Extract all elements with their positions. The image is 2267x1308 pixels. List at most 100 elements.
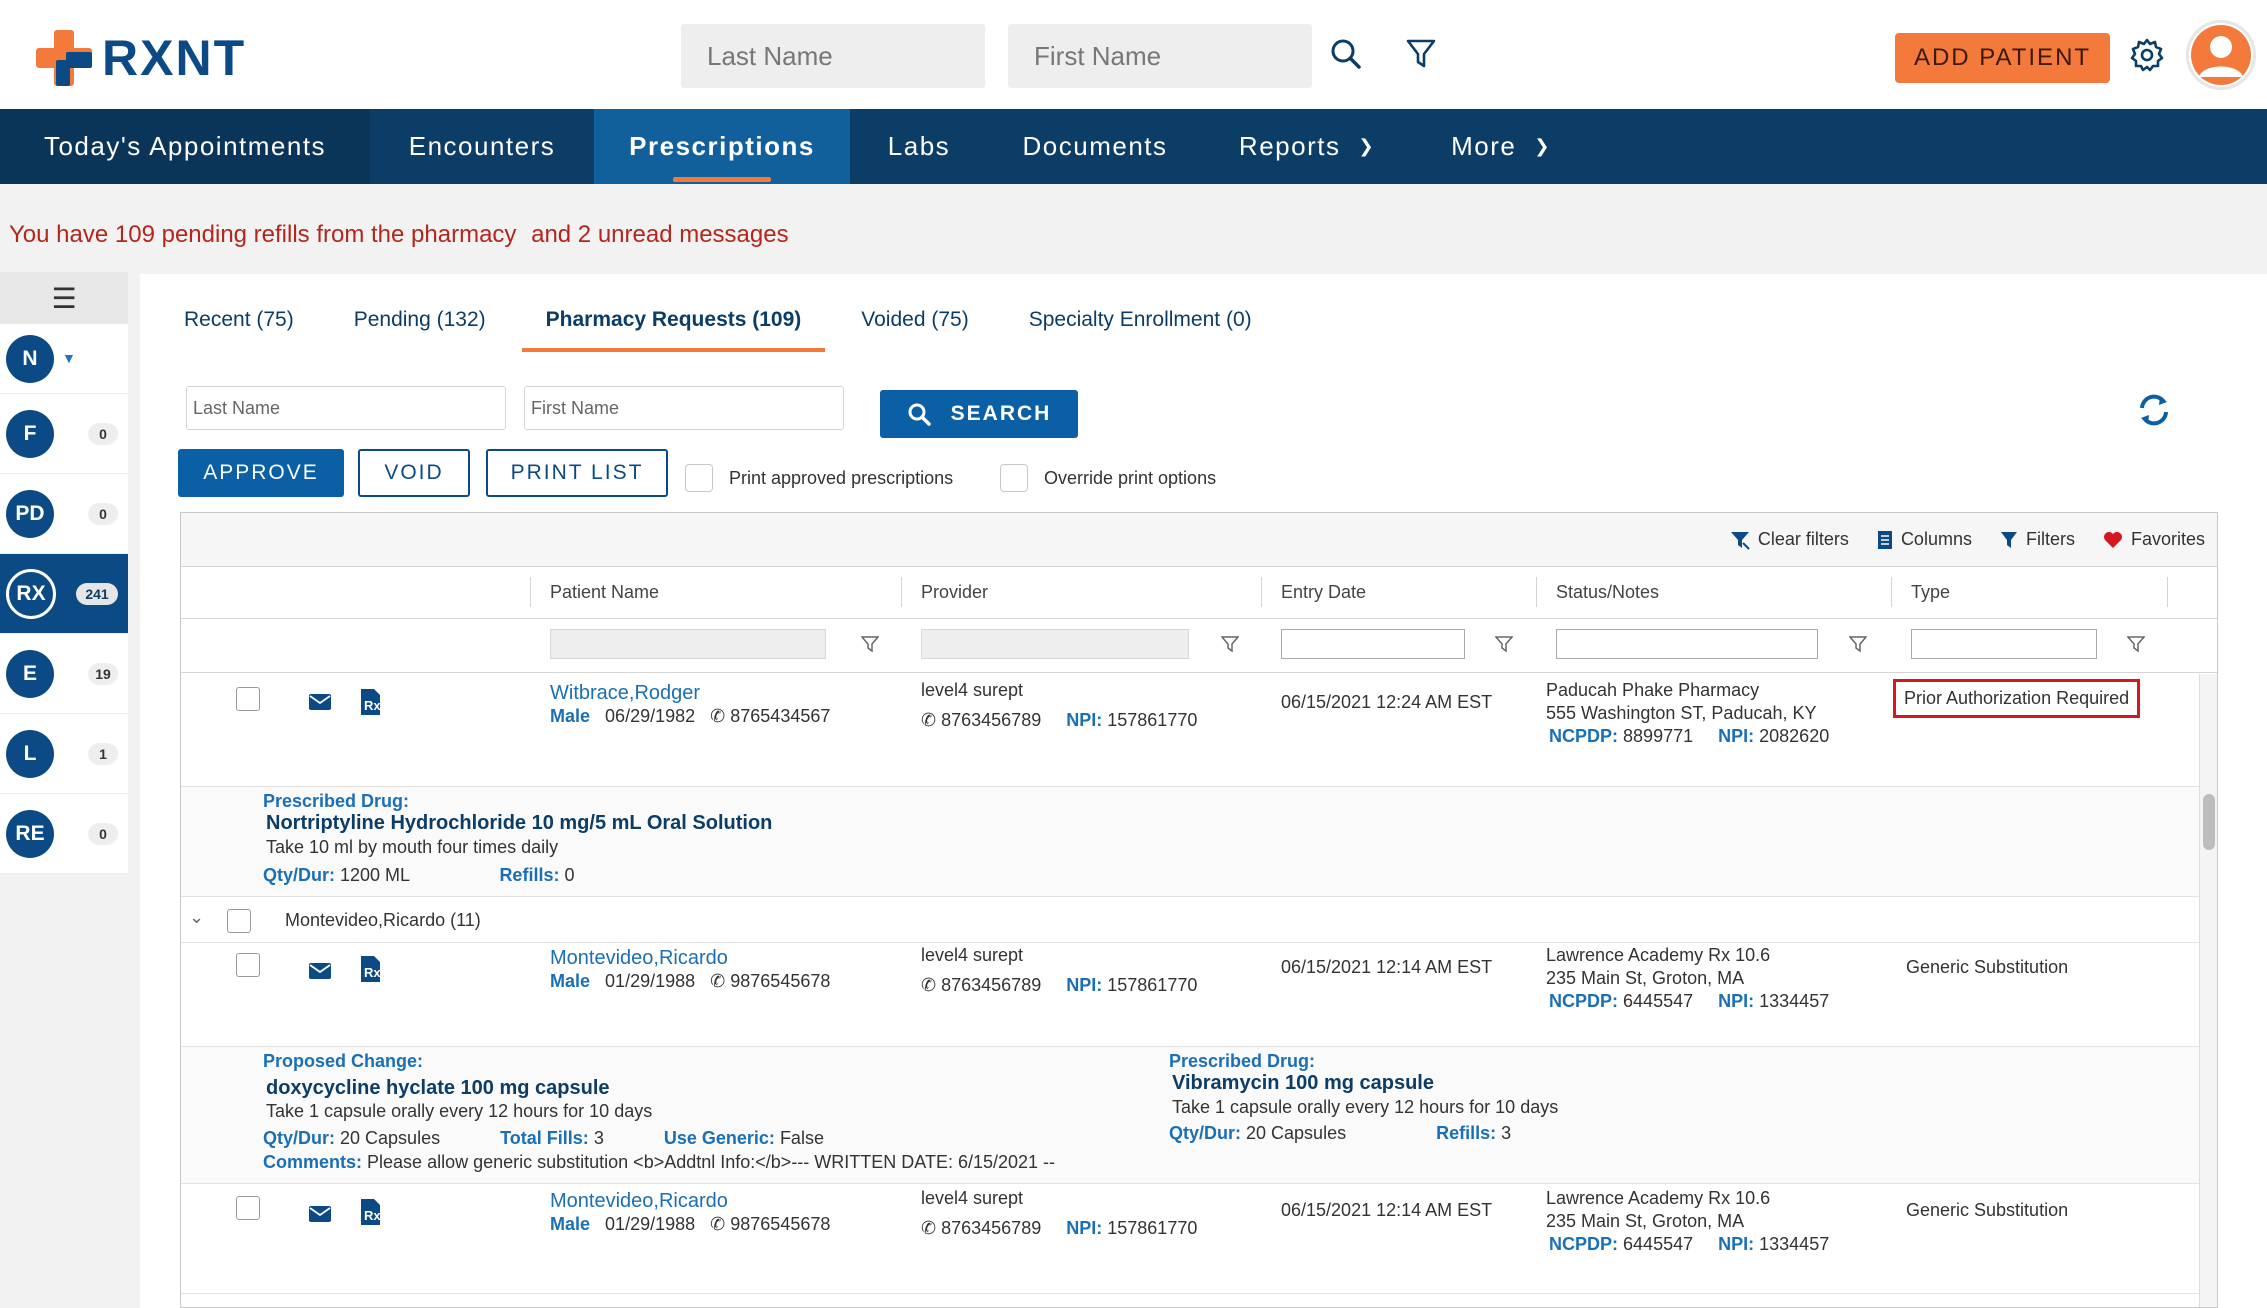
patient-dob: 01/29/1988 bbox=[605, 971, 696, 991]
add-patient-button[interactable]: ADD PATIENT bbox=[1895, 33, 2110, 83]
chevron-down-icon[interactable]: ⌄ bbox=[189, 907, 204, 928]
nav-prescriptions[interactable]: Prescriptions bbox=[594, 109, 850, 184]
rail-circle: F bbox=[6, 409, 54, 458]
rail-circle: E bbox=[6, 649, 54, 698]
pharmacy-ids: NCPDP: 6445547 NPI: 1334457 bbox=[1549, 1234, 1829, 1255]
group-checkbox[interactable] bbox=[227, 909, 251, 933]
tab-voided[interactable]: Voided (75) bbox=[861, 308, 968, 342]
nav-labs[interactable]: Labs bbox=[850, 109, 988, 184]
type-filter-input[interactable] bbox=[1911, 629, 2097, 659]
filter-icon[interactable] bbox=[1221, 635, 1239, 653]
filter-icon[interactable] bbox=[2127, 635, 2145, 653]
nav-label: Today's Appointments bbox=[43, 131, 327, 161]
filter-icon[interactable] bbox=[861, 635, 879, 653]
mail-icon[interactable] bbox=[309, 963, 331, 979]
scrollbar-thumb[interactable] bbox=[2203, 794, 2215, 850]
nav-reports[interactable]: Reports ❯ bbox=[1202, 109, 1412, 184]
patient-filter-input[interactable] bbox=[550, 629, 826, 659]
qty-value: 20 Capsules bbox=[340, 1128, 441, 1148]
refills-label: Refills: bbox=[1436, 1123, 1497, 1143]
nav-more[interactable]: More ❯ bbox=[1412, 109, 1590, 184]
table-row[interactable]: Rx Witbrace,Rodger Male 06/29/1982 ✆ 876… bbox=[181, 674, 2201, 787]
rail-item-l[interactable]: L 1 bbox=[0, 714, 128, 794]
void-button[interactable]: VOID bbox=[358, 449, 470, 497]
tab-pharmacy-requests[interactable]: Pharmacy Requests (109) bbox=[521, 308, 825, 352]
columns-button[interactable]: Columns bbox=[1877, 529, 1972, 550]
search-first-name-input[interactable] bbox=[524, 386, 844, 430]
rxnt-logo[interactable]: RXNT bbox=[36, 28, 246, 88]
col-entry-date[interactable]: Entry Date bbox=[1281, 582, 1366, 603]
print-approved-option[interactable]: Print approved prescriptions bbox=[685, 464, 953, 492]
rail-item-n[interactable]: N ▼ bbox=[0, 324, 128, 394]
clear-filters-button[interactable]: Clear filters bbox=[1730, 529, 1849, 550]
tab-specialty-enrollment[interactable]: Specialty Enrollment (0) bbox=[1029, 308, 1252, 342]
header-last-name-input[interactable] bbox=[681, 24, 985, 88]
tab-recent[interactable]: Recent (75) bbox=[184, 308, 294, 342]
patient-group-row[interactable]: ⌄ Montevideo,Ricardo (11) bbox=[181, 897, 2201, 943]
rail-item-e[interactable]: E 19 bbox=[0, 634, 128, 714]
nav-todays-appointments[interactable]: Today's Appointments bbox=[0, 109, 370, 184]
col-type[interactable]: Type bbox=[1911, 582, 1950, 603]
filters-button[interactable]: Filters bbox=[2000, 529, 2075, 550]
pending-refills-link[interactable]: You have 109 pending refills from the ph… bbox=[9, 221, 516, 248]
print-list-button[interactable]: PRINT LIST bbox=[486, 449, 668, 497]
row-checkbox[interactable] bbox=[236, 1196, 260, 1220]
search-last-name-input[interactable] bbox=[186, 386, 506, 430]
grid-scrollbar[interactable] bbox=[2199, 674, 2217, 1307]
patient-dob: 06/29/1982 bbox=[605, 706, 696, 726]
filter-icon[interactable] bbox=[1849, 635, 1867, 653]
rx-icon[interactable]: Rx bbox=[359, 1198, 381, 1226]
refresh-icon[interactable] bbox=[2136, 392, 2172, 428]
user-avatar-icon[interactable] bbox=[2186, 20, 2256, 90]
col-patient-name[interactable]: Patient Name bbox=[550, 582, 659, 603]
nav-documents[interactable]: Documents bbox=[988, 109, 1202, 184]
row-checkbox[interactable] bbox=[236, 953, 260, 977]
phone-icon: ✆ bbox=[710, 706, 726, 726]
patient-name-link[interactable]: Montevideo,Ricardo bbox=[550, 1190, 728, 1213]
menu-icon[interactable]: ☰ bbox=[0, 272, 128, 324]
pharmacy-ids: NCPDP: 8899771 NPI: 2082620 bbox=[1549, 726, 1829, 747]
caret-down-icon[interactable]: ▼ bbox=[62, 350, 76, 366]
gear-icon[interactable] bbox=[2130, 38, 2164, 72]
favorites-button[interactable]: Favorites bbox=[2103, 529, 2205, 550]
rx-icon[interactable]: Rx bbox=[359, 955, 381, 983]
patient-dob: 01/29/1988 bbox=[605, 1214, 696, 1234]
provider-info: ✆ 8763456789 NPI: 157861770 bbox=[921, 710, 1241, 731]
status-filter-input[interactable] bbox=[1556, 629, 1818, 659]
unread-messages-link[interactable]: and 2 unread messages bbox=[531, 221, 789, 248]
rail-item-re[interactable]: RE 0 bbox=[0, 794, 128, 874]
nav-label: Reports bbox=[1238, 131, 1341, 161]
tab-pending[interactable]: Pending (132) bbox=[354, 308, 486, 342]
proposed-drug-name: doxycycline hyclate 100 mg capsule bbox=[266, 1077, 610, 1099]
rail-item-rx[interactable]: RX 241 bbox=[0, 554, 128, 634]
table-row[interactable]: Rx Montevideo,Ricardo Male 01/29/1988 ✆ … bbox=[181, 943, 2201, 1047]
npi-label: NPI: bbox=[1066, 1218, 1103, 1238]
search-icon[interactable] bbox=[1330, 38, 1362, 70]
filter-icon[interactable] bbox=[1495, 635, 1513, 653]
col-provider[interactable]: Provider bbox=[921, 582, 988, 603]
table-row[interactable]: Rx Montevideo,Ricardo Male 01/29/1988 ✆ … bbox=[181, 1184, 2201, 1294]
patient-name-link[interactable]: Witbrace,Rodger bbox=[550, 682, 700, 705]
row-checkbox[interactable] bbox=[236, 687, 260, 711]
override-print-option[interactable]: Override print options bbox=[1000, 464, 1216, 492]
search-button[interactable]: SEARCH bbox=[880, 390, 1078, 438]
provider-filter-input[interactable] bbox=[921, 629, 1189, 659]
patient-name-link[interactable]: Montevideo,Ricardo bbox=[550, 947, 728, 970]
entry-date-filter-input[interactable] bbox=[1281, 629, 1465, 659]
rail-item-pd[interactable]: PD 0 bbox=[0, 474, 128, 554]
print-approved-checkbox[interactable] bbox=[685, 464, 713, 492]
mail-icon[interactable] bbox=[309, 1206, 331, 1222]
request-type: Generic Substitution bbox=[1906, 1200, 2069, 1220]
override-print-checkbox[interactable] bbox=[1000, 464, 1028, 492]
filter-icon[interactable] bbox=[1406, 38, 1436, 70]
rail-item-f[interactable]: F 0 bbox=[0, 394, 128, 474]
col-status-notes[interactable]: Status/Notes bbox=[1556, 582, 1659, 603]
request-type-badge: Prior Authorization Required bbox=[1893, 679, 2141, 718]
approve-button[interactable]: APPROVE bbox=[178, 449, 344, 497]
mail-icon[interactable] bbox=[309, 694, 331, 710]
header-first-name-input[interactable] bbox=[1008, 24, 1312, 88]
override-print-label: Override print options bbox=[1044, 467, 1217, 488]
nav-label: Documents bbox=[1022, 131, 1168, 161]
rx-icon[interactable]: Rx bbox=[359, 688, 381, 716]
nav-encounters[interactable]: Encounters bbox=[370, 109, 594, 184]
